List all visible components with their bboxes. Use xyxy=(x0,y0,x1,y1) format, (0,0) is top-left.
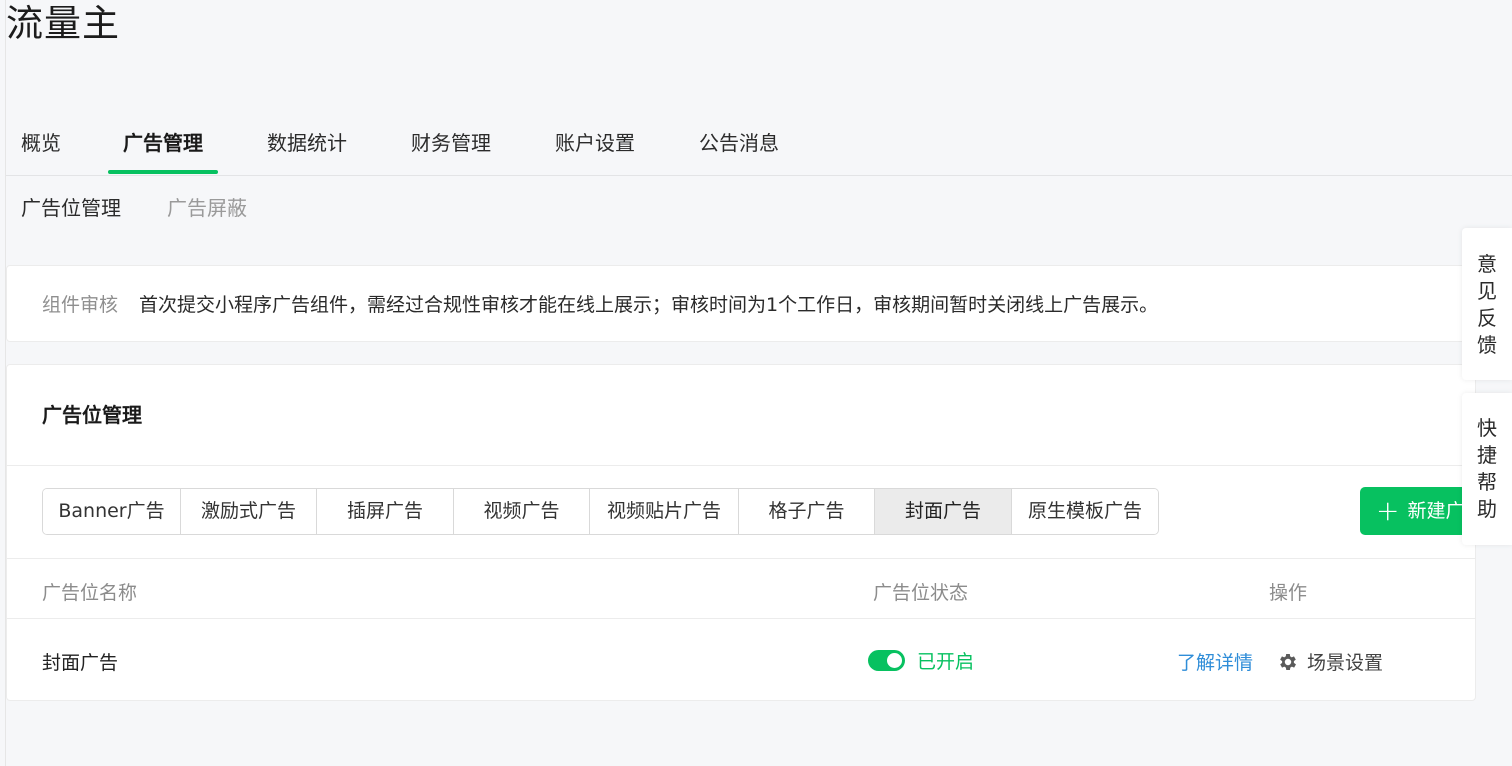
subtab-ad-slot-management[interactable]: 广告位管理 xyxy=(21,190,121,226)
column-header-actions: 操作 xyxy=(1269,582,1308,604)
tab-account-settings[interactable]: 账户设置 xyxy=(555,120,635,174)
subtab-ad-blocking[interactable]: 广告屏蔽 xyxy=(167,190,247,226)
ad-type-rewarded[interactable]: 激励式广告 xyxy=(180,489,316,534)
notice-text: 首次提交小程序广告组件，需经过合规性审核才能在线上展示；审核时间为1个工作日，审… xyxy=(139,294,1159,316)
card-title: 广告位管理 xyxy=(42,403,142,427)
scene-settings-label: 场景设置 xyxy=(1307,652,1384,674)
status-text: 已开启 xyxy=(917,651,975,673)
status-toggle[interactable] xyxy=(868,650,905,671)
tab-data-statistics[interactable]: 数据统计 xyxy=(267,120,347,174)
feedback-button[interactable]: 意见反馈 xyxy=(1462,228,1512,380)
new-ad-slot-button[interactable]: + 新建广 xyxy=(1360,487,1475,535)
app-title: 流量主 xyxy=(6,2,120,45)
ad-type-interstitial[interactable]: 插屏广告 xyxy=(316,489,453,534)
divider xyxy=(7,465,1475,466)
tab-finance[interactable]: 财务管理 xyxy=(411,120,491,174)
sub-nav: 广告位管理 广告屏蔽 xyxy=(6,190,406,226)
page: 流量主 概览 广告管理 数据统计 财务管理 账户设置 公告消息 广告位管理 广告… xyxy=(0,0,1512,766)
ad-type-native-template[interactable]: 原生模板广告 xyxy=(1011,489,1158,534)
divider xyxy=(7,618,1475,619)
feedback-label: 意见反馈 xyxy=(1477,252,1497,357)
main-nav: 概览 广告管理 数据统计 财务管理 账户设置 公告消息 xyxy=(6,120,1512,176)
gear-icon xyxy=(1280,654,1296,670)
column-header-status: 广告位状态 xyxy=(873,582,969,604)
tab-overview[interactable]: 概览 xyxy=(21,120,61,174)
ad-type-video-patch[interactable]: 视频贴片广告 xyxy=(589,489,738,534)
plus-icon: + xyxy=(1376,494,1400,527)
learn-more-link[interactable]: 了解详情 xyxy=(1177,648,1253,675)
ad-type-selector: Banner广告 激励式广告 插屏广告 视频广告 视频贴片广告 格子广告 封面广… xyxy=(42,488,1159,535)
new-button-label: 新建广 xyxy=(1407,500,1465,522)
ad-type-video[interactable]: 视频广告 xyxy=(453,489,589,534)
ad-slot-card: 广告位管理 Banner广告 激励式广告 插屏广告 视频广告 视频贴片广告 格子… xyxy=(6,364,1476,701)
toggle-knob xyxy=(887,653,902,668)
quick-help-button[interactable]: 快捷帮助 xyxy=(1462,393,1512,545)
ad-type-cover[interactable]: 封面广告 xyxy=(874,489,1011,534)
ad-slot-name: 封面广告 xyxy=(42,652,119,674)
ad-type-banner[interactable]: Banner广告 xyxy=(43,489,180,534)
tab-ad-management[interactable]: 广告管理 xyxy=(108,120,218,174)
divider xyxy=(7,558,1475,559)
tab-announcements[interactable]: 公告消息 xyxy=(699,120,779,174)
ad-type-grid[interactable]: 格子广告 xyxy=(738,489,874,534)
quick-help-label: 快捷帮助 xyxy=(1477,416,1497,521)
scene-settings-button[interactable]: 场景设置 xyxy=(1277,648,1383,675)
notice-label: 组件审核 xyxy=(42,294,119,316)
review-notice: 组件审核 首次提交小程序广告组件，需经过合规性审核才能在线上展示；审核时间为1个… xyxy=(6,265,1476,342)
column-header-name: 广告位名称 xyxy=(42,582,138,604)
